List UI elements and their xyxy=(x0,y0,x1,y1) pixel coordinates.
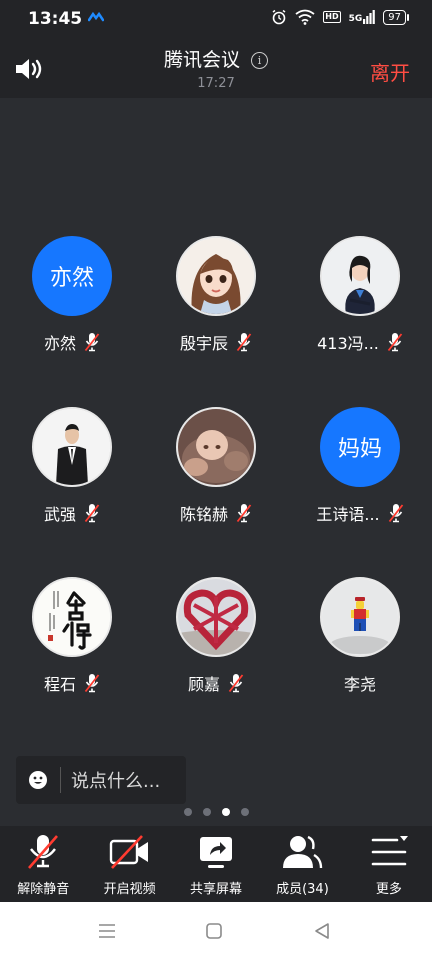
page-dot[interactable] xyxy=(240,808,249,816)
participant-tile[interactable]: 殷宇辰 xyxy=(144,236,288,366)
more-menu-icon xyxy=(371,836,408,866)
participant-name: 王诗语... xyxy=(316,505,380,524)
members-button[interactable]: 成员(34) xyxy=(259,826,345,902)
start-video-label: 开启视频 xyxy=(103,882,156,897)
mic-muted-icon xyxy=(387,333,403,352)
page-dot[interactable] xyxy=(183,808,192,816)
unmute-label: 解除静音 xyxy=(17,882,70,897)
meeting-title: 腾讯会议 xyxy=(163,49,240,71)
mic-muted-icon xyxy=(236,504,252,523)
system-nav-bar xyxy=(0,902,432,960)
leave-button[interactable]: 离开 xyxy=(370,57,410,86)
hd-icon: HD xyxy=(323,11,341,23)
mic-muted-icon xyxy=(228,674,244,693)
mic-muted-icon xyxy=(236,333,252,352)
share-screen-icon xyxy=(200,837,233,868)
participant-name: 亦然 xyxy=(43,334,76,353)
signal-bars xyxy=(363,10,376,24)
participant-tile[interactable]: 陈铭赫 xyxy=(144,407,288,537)
signal-label: 5G xyxy=(348,14,363,24)
info-icon[interactable]: i xyxy=(251,52,269,69)
chat-divider xyxy=(60,767,61,793)
emoji-icon[interactable] xyxy=(28,770,48,790)
members-icon xyxy=(283,835,323,869)
alarm-icon xyxy=(272,9,286,25)
status-time: 13:45 xyxy=(28,9,83,29)
participant-name: 陈铭赫 xyxy=(179,505,228,524)
app-notification-icon xyxy=(88,11,104,22)
participant-tile[interactable]: 武强 xyxy=(0,407,144,537)
participant-tile[interactable]: 妈妈 王诗语... xyxy=(288,407,432,537)
participant-tile[interactable]: 亦然 亦然 xyxy=(0,236,144,366)
participant-name: 顾嘉 xyxy=(187,675,220,694)
members-label: 成员(34) xyxy=(276,882,329,897)
back-icon[interactable] xyxy=(313,922,331,940)
page-dot-active[interactable] xyxy=(221,808,230,816)
meeting-toolbar: 解除静音 开启视频 共享屏幕 成员(34) 更多 xyxy=(0,826,432,902)
battery-level: 97 xyxy=(388,11,401,23)
page-indicator xyxy=(0,808,432,816)
status-bar: 13:45 HD 5G 97 xyxy=(0,0,432,38)
participant-tile[interactable]: 程石 xyxy=(0,577,144,707)
avatar-calligraphy xyxy=(32,577,112,657)
chat-placeholder[interactable]: 说点什么... xyxy=(71,767,160,793)
avatar-red-heart-sculpture xyxy=(176,577,256,657)
mic-muted-icon xyxy=(84,674,100,693)
share-screen-label: 共享屏幕 xyxy=(190,882,243,897)
home-icon[interactable] xyxy=(205,922,223,940)
participant-tile[interactable]: 顾嘉 xyxy=(144,577,288,707)
signal-icon: 5G xyxy=(349,10,376,24)
mic-muted-icon xyxy=(84,504,100,523)
recent-apps-icon[interactable] xyxy=(97,922,117,940)
avatar-baby-photo xyxy=(176,407,256,487)
participant-name: 李尧 xyxy=(343,675,376,694)
participant-name: 殷宇辰 xyxy=(179,334,228,353)
participant-name: 413冯... xyxy=(317,334,379,353)
unmute-button[interactable]: 解除静音 xyxy=(0,826,86,902)
avatar-cartoon-girl xyxy=(176,236,256,316)
page-dot[interactable] xyxy=(202,808,211,816)
participant-tile[interactable]: 李尧 xyxy=(288,577,432,707)
meeting-title-block: 腾讯会议 i 17:27 xyxy=(0,45,432,91)
mic-muted-icon xyxy=(388,504,403,523)
share-screen-button[interactable]: 共享屏幕 xyxy=(173,826,259,902)
participant-name: 程石 xyxy=(43,675,76,694)
start-video-button[interactable]: 开启视频 xyxy=(86,826,172,902)
status-icons: HD 5G 97 xyxy=(271,9,409,25)
participant-name: 武强 xyxy=(43,505,76,524)
more-label: 更多 xyxy=(375,882,402,897)
avatar: 亦然 xyxy=(32,236,112,316)
avatar-woman-portrait xyxy=(320,236,400,316)
avatar-man-in-suit xyxy=(32,407,112,487)
mic-muted-icon xyxy=(28,835,59,869)
avatar-lego-figure xyxy=(320,577,400,657)
meeting-duration: 17:27 xyxy=(197,76,235,91)
mic-muted-icon xyxy=(84,333,100,352)
more-button[interactable]: 更多 xyxy=(346,826,432,902)
avatar: 妈妈 xyxy=(320,407,400,487)
meeting-header: 腾讯会议 i 17:27 离开 xyxy=(0,38,432,98)
participant-tile[interactable]: 413冯... xyxy=(288,236,432,366)
chat-input[interactable]: 说点什么... xyxy=(16,756,186,804)
video-off-icon xyxy=(109,835,148,869)
wifi-icon xyxy=(295,9,315,25)
battery-icon: 97 xyxy=(383,9,409,25)
